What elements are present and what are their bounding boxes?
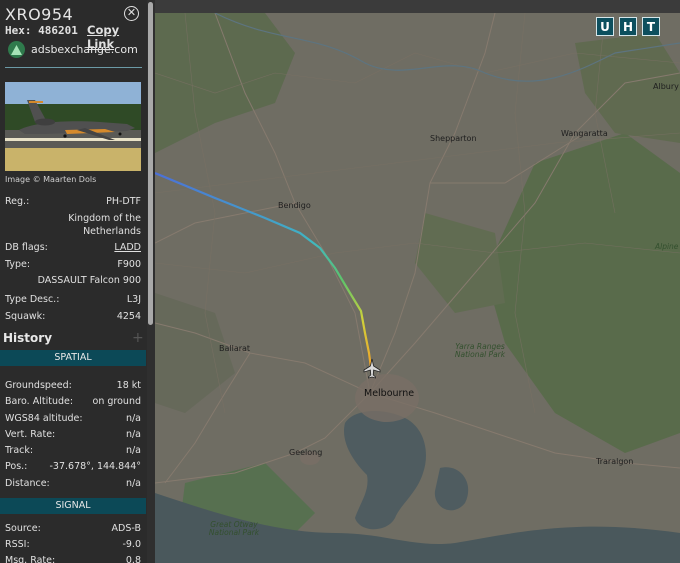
wgs84-altitude-label: WGS84 altitude: bbox=[5, 413, 83, 424]
squawk-label: Squawk: bbox=[5, 311, 46, 322]
aircraft-info-panel: XRO954 ✕ Hex: 486201 Copy Link adsbexcha… bbox=[0, 0, 147, 563]
position-value: -37.678°, 144.844° bbox=[49, 461, 142, 472]
map-label-albury: Albury bbox=[653, 82, 679, 91]
map-label-yarra-ranges: Yarra Ranges National Park bbox=[454, 342, 506, 359]
t-button[interactable]: T bbox=[642, 17, 660, 36]
reg-value: PH-DTF bbox=[106, 196, 141, 207]
history-heading[interactable]: History bbox=[3, 331, 52, 345]
vert-rate-value: n/a bbox=[125, 429, 141, 440]
country-line-1: Kingdom of the bbox=[68, 213, 141, 224]
distance-value: n/a bbox=[125, 478, 141, 489]
map-label-bendigo: Bendigo bbox=[278, 201, 311, 210]
hex-label: Hex: bbox=[5, 24, 32, 37]
aircraft-photo[interactable] bbox=[5, 82, 141, 171]
country-line-2: Netherlands bbox=[83, 226, 141, 237]
u-button[interactable]: U bbox=[596, 17, 614, 36]
adsbexchange-logo-icon bbox=[8, 41, 25, 58]
wgs84-altitude-value: n/a bbox=[125, 413, 141, 424]
map-label-great-otway: Great Otway National Park bbox=[208, 520, 260, 537]
position-label: Pos.: bbox=[5, 461, 28, 472]
msg-rate-value: 0.8 bbox=[125, 555, 141, 563]
map-label-ballarat: Ballarat bbox=[219, 344, 251, 353]
reg-label: Reg.: bbox=[5, 196, 30, 207]
dbflags-label: DB flags: bbox=[5, 242, 48, 253]
squawk-value: 4254 bbox=[116, 311, 141, 322]
rssi-label: RSSI: bbox=[5, 539, 30, 550]
map-label-shepparton: Shepparton bbox=[430, 134, 477, 143]
map-label-melbourne: Melbourne bbox=[364, 388, 415, 399]
typedesc-label: Type Desc.: bbox=[5, 294, 60, 305]
site-link-label: adsbexchange.com bbox=[31, 43, 138, 56]
scrollbar-thumb[interactable] bbox=[148, 2, 153, 325]
panel-scrollbar[interactable] bbox=[147, 0, 155, 563]
type-full-value: DASSAULT Falcon 900 bbox=[37, 275, 141, 286]
baro-altitude-value: on ground bbox=[92, 396, 141, 407]
map-label-geelong: Geelong bbox=[289, 448, 323, 457]
close-icon[interactable]: ✕ bbox=[124, 6, 139, 21]
spatial-header[interactable]: SPATIAL bbox=[0, 350, 146, 366]
map-canvas[interactable] bbox=[155, 13, 680, 563]
map-top-bar bbox=[155, 0, 680, 13]
adsbexchange-link[interactable]: adsbexchange.com bbox=[8, 41, 138, 58]
msg-rate-label: Msg. Rate: bbox=[5, 555, 56, 563]
vert-rate-label: Vert. Rate: bbox=[5, 429, 56, 440]
groundspeed-label: Groundspeed: bbox=[5, 380, 72, 391]
source-label: Source: bbox=[5, 523, 41, 534]
type-label: Type: bbox=[5, 259, 31, 270]
track-label: Track: bbox=[5, 445, 34, 456]
hex-value: 486201 bbox=[38, 24, 78, 37]
hex-row: Hex: 486201 bbox=[5, 24, 78, 37]
map-label-traralgon: Traralgon bbox=[596, 457, 634, 466]
country-value: Kingdom of the Netherlands bbox=[31, 212, 141, 238]
ladd-link[interactable]: LADD bbox=[114, 242, 141, 253]
map-layer-buttons: U H T bbox=[596, 17, 660, 36]
typedesc-value: L3J bbox=[126, 294, 141, 305]
signal-header[interactable]: SIGNAL bbox=[0, 498, 146, 514]
map-label-wangaratta: Wangaratta bbox=[561, 129, 608, 138]
callsign: XRO954 bbox=[5, 5, 74, 24]
track-value: n/a bbox=[125, 445, 141, 456]
divider bbox=[5, 67, 142, 68]
type-value: F900 bbox=[117, 259, 141, 270]
distance-label: Distance: bbox=[5, 478, 50, 489]
groundspeed-value: 18 kt bbox=[116, 380, 141, 391]
rssi-value: -9.0 bbox=[122, 539, 141, 550]
image-credit: Image © Maarten Dols bbox=[5, 175, 97, 184]
history-expand-icon[interactable]: + bbox=[132, 330, 144, 346]
map-label-alpine: Alpine bbox=[655, 242, 679, 251]
baro-altitude-label: Baro. Altitude: bbox=[5, 396, 74, 407]
map-view[interactable] bbox=[155, 13, 680, 563]
h-button[interactable]: H bbox=[619, 17, 637, 36]
source-value: ADS-B bbox=[111, 523, 141, 534]
